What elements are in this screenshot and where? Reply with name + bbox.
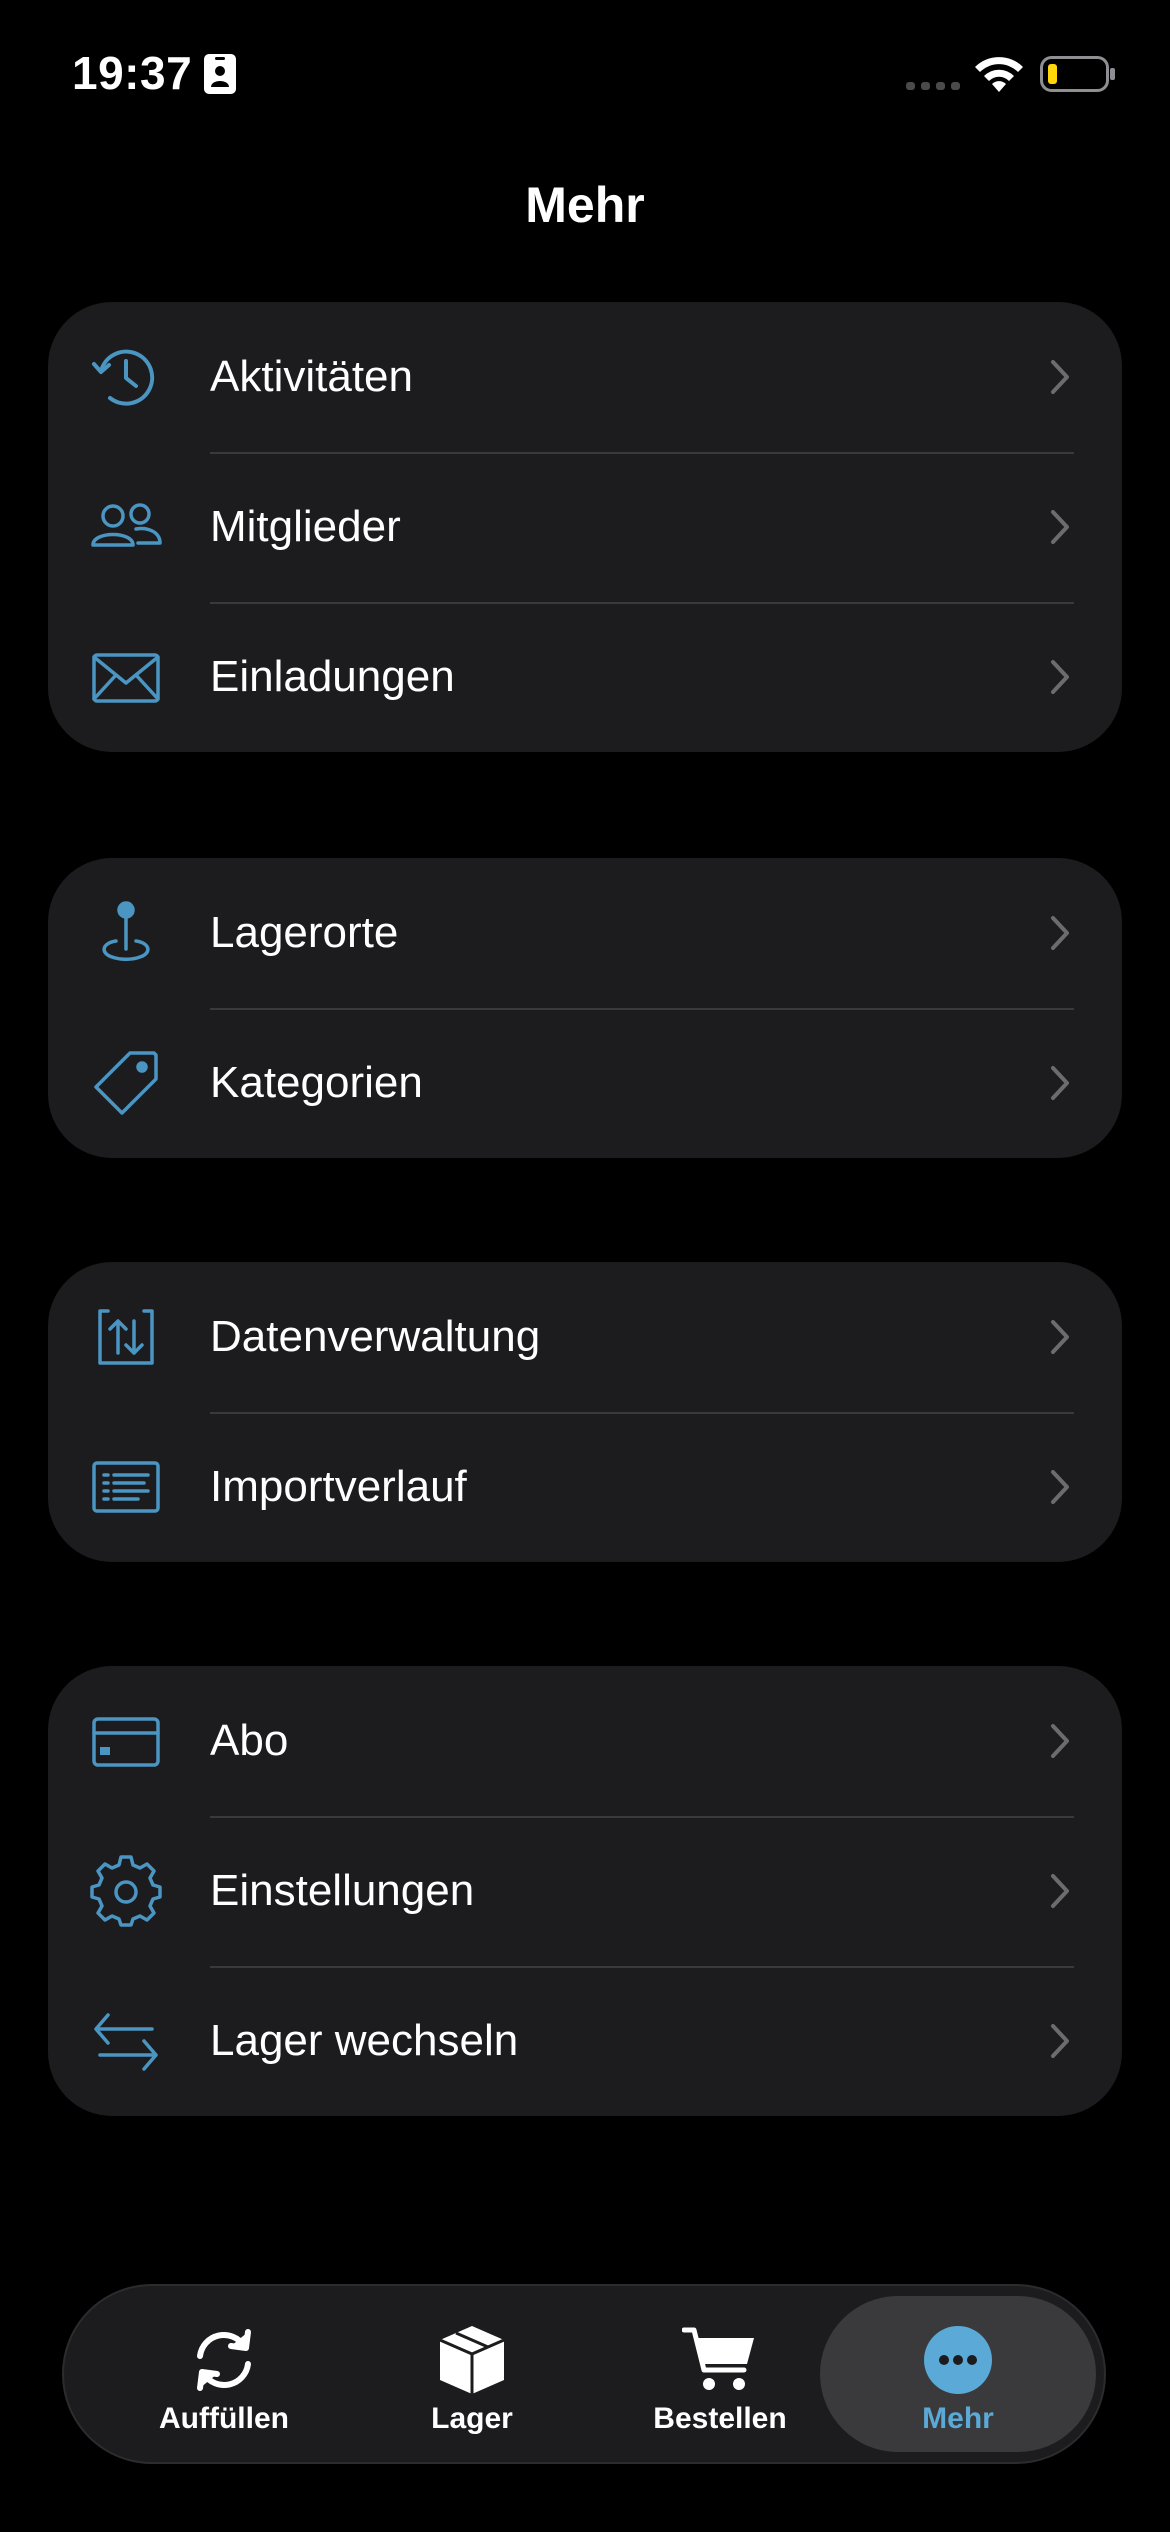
tab-label: Mehr: [922, 2402, 994, 2435]
more-icon: [920, 2322, 996, 2398]
menu-item-label: Aktivitäten: [210, 352, 413, 401]
tag-icon: [88, 1045, 164, 1121]
chevron-right-icon: [1051, 2024, 1069, 2058]
menu-item-lager-wechseln[interactable]: Lager wechseln: [48, 1966, 1122, 2116]
chevron-right-icon: [1051, 916, 1069, 950]
data-transfer-icon: [88, 1299, 164, 1375]
chevron-right-icon: [1051, 510, 1069, 544]
members-icon: [88, 489, 164, 565]
chevron-right-icon: [1051, 1066, 1069, 1100]
chevron-right-icon: [1051, 1470, 1069, 1504]
menu-item-datenverwaltung[interactable]: Datenverwaltung: [48, 1262, 1122, 1412]
cellular-signal-icon: [906, 82, 960, 90]
menu-item-label: Einstellungen: [210, 1866, 475, 1915]
menu-group-structure: Lagerorte Kategorien: [48, 858, 1122, 1158]
contact-card-icon: [204, 54, 236, 94]
menu-item-aktivitaeten[interactable]: Aktivitäten: [48, 302, 1122, 452]
tab-bar: Auffüllen Lager Bestellen Mehr: [62, 2284, 1106, 2464]
chevron-right-icon: [1051, 1874, 1069, 1908]
tab-lager[interactable]: Lager: [334, 2296, 610, 2452]
cart-icon: [682, 2322, 758, 2398]
menu-item-kategorien[interactable]: Kategorien: [48, 1008, 1122, 1158]
menu-item-label: Datenverwaltung: [210, 1312, 541, 1361]
chevron-right-icon: [1051, 1320, 1069, 1354]
menu-item-label: Importverlauf: [210, 1462, 467, 1511]
menu-item-label: Abo: [210, 1716, 289, 1765]
envelope-icon: [88, 639, 164, 715]
menu-item-importverlauf[interactable]: Importverlauf: [48, 1412, 1122, 1562]
chevron-right-icon: [1051, 660, 1069, 694]
tab-label: Bestellen: [653, 2402, 787, 2435]
location-pin-icon: [88, 895, 164, 971]
menu-group-account: Abo Einstellungen Lager wechseln: [48, 1666, 1122, 2116]
menu-item-label: Lagerorte: [210, 908, 399, 957]
tab-mehr[interactable]: Mehr: [820, 2296, 1096, 2452]
menu-group-team: Aktivitäten Mitglieder Einladungen: [48, 302, 1122, 752]
page-title: Mehr: [525, 177, 645, 233]
menu-item-einstellungen[interactable]: Einstellungen: [48, 1816, 1122, 1966]
history-icon: [88, 339, 164, 415]
chevron-right-icon: [1051, 1724, 1069, 1758]
gear-icon: [88, 1853, 164, 1929]
switch-arrows-icon: [88, 2003, 164, 2079]
credit-card-icon: [88, 1703, 164, 1779]
tab-bestellen[interactable]: Bestellen: [582, 2296, 858, 2452]
more-screen: 19:37 Mehr Aktivitäten Mitglieder Einlad…: [0, 0, 1170, 2532]
tab-label: Lager: [431, 2402, 513, 2435]
menu-item-einladungen[interactable]: Einladungen: [48, 602, 1122, 752]
status-bar: 19:37: [0, 0, 1170, 150]
tab-auffuellen[interactable]: Auffüllen: [86, 2296, 362, 2452]
menu-item-lagerorte[interactable]: Lagerorte: [48, 858, 1122, 1008]
chevron-right-icon: [1051, 360, 1069, 394]
menu-item-label: Mitglieder: [210, 502, 401, 551]
status-time: 19:37: [72, 47, 193, 99]
battery-icon: [1040, 56, 1115, 92]
refresh-icon: [186, 2322, 262, 2398]
menu-item-abo[interactable]: Abo: [48, 1666, 1122, 1816]
menu-item-label: Lager wechseln: [210, 2016, 519, 2065]
menu-group-data: Datenverwaltung Importverlauf: [48, 1262, 1122, 1562]
tab-label: Auffüllen: [159, 2402, 289, 2435]
menu-item-label: Kategorien: [210, 1058, 423, 1107]
menu-item-label: Einladungen: [210, 652, 455, 701]
menu-item-mitglieder[interactable]: Mitglieder: [48, 452, 1122, 602]
box-icon: [434, 2322, 510, 2398]
list-icon: [88, 1449, 164, 1525]
wifi-icon: [975, 57, 1023, 92]
